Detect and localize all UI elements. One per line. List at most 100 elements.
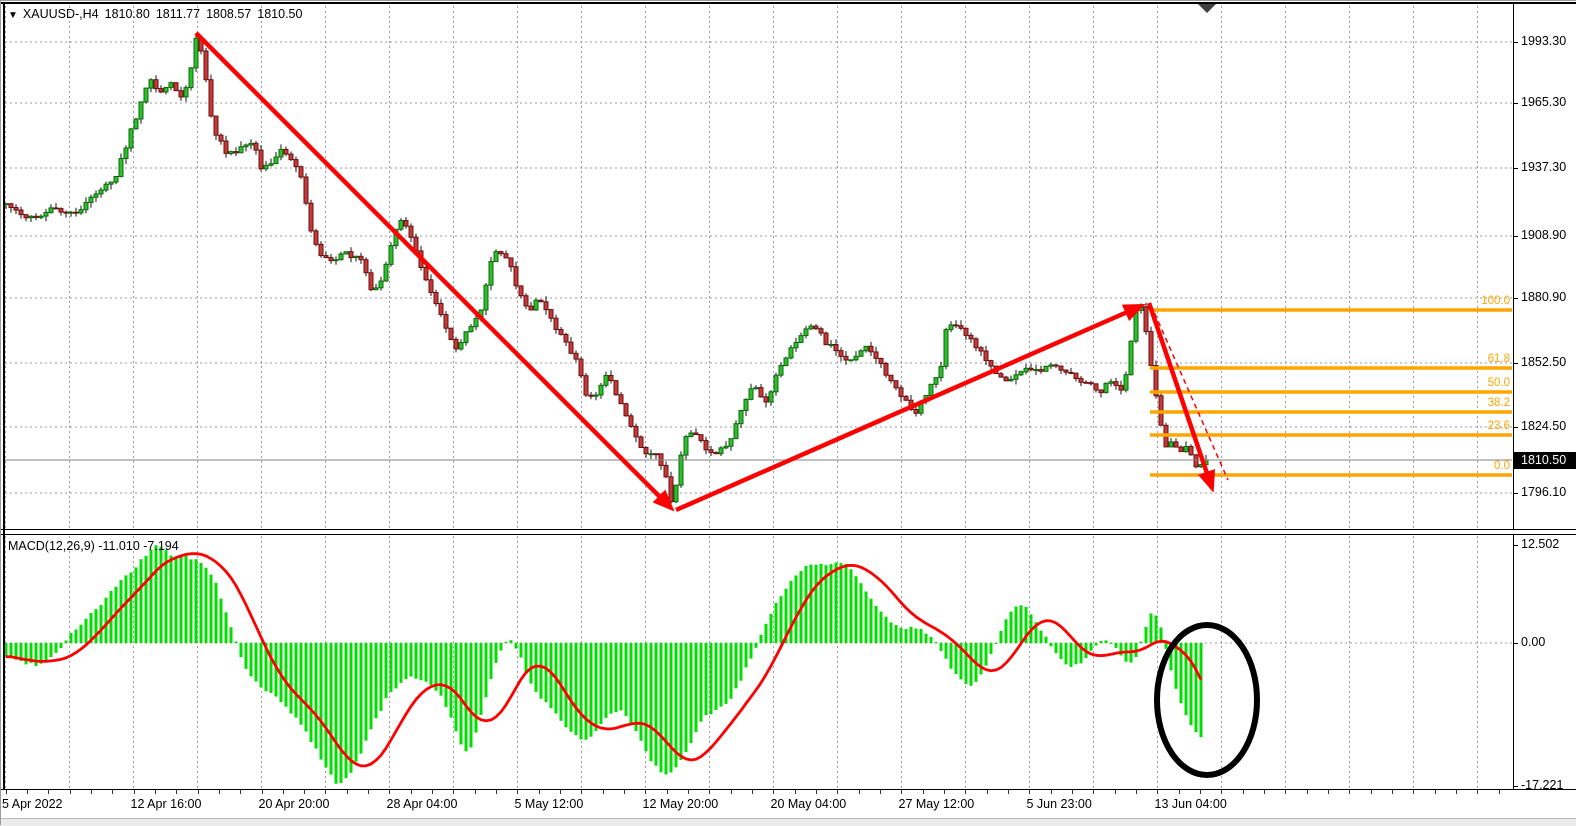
window-top-edge xyxy=(0,0,1576,1)
time-axis-tick xyxy=(1179,790,1180,794)
macd-axis-tick xyxy=(1513,545,1518,546)
time-axis-tick xyxy=(176,790,177,794)
price-tick-label: 1993.30 xyxy=(1521,34,1575,48)
time-axis-tick xyxy=(1243,790,1244,794)
window-left-edge xyxy=(0,0,1,825)
time-axis-tick xyxy=(1221,790,1222,794)
time-axis-label: 28 Apr 04:00 xyxy=(387,797,458,811)
time-axis-label: 12 May 20:00 xyxy=(643,797,719,811)
time-axis-tick xyxy=(134,790,135,794)
time-axis-tick xyxy=(667,790,668,794)
time-axis-tick xyxy=(219,790,220,794)
time-axis-tick xyxy=(262,790,263,794)
time-axis-tick xyxy=(240,790,241,794)
time-axis-tick xyxy=(1136,790,1137,794)
time-axis-tick xyxy=(688,790,689,794)
time-axis-tick xyxy=(1285,790,1286,794)
price-axis-tick xyxy=(1513,363,1518,364)
time-axis-tick xyxy=(432,790,433,794)
time-axis-tick xyxy=(1072,790,1073,794)
price-and-macd-chart-canvas[interactable] xyxy=(0,0,1513,790)
price-tick-label: 1824.50 xyxy=(1521,419,1575,433)
time-axis-tick xyxy=(1307,790,1308,794)
fib-level-label: 38.2 xyxy=(1488,397,1510,409)
time-axis-tick xyxy=(1392,790,1393,794)
time-axis-tick xyxy=(475,790,476,794)
fib-level-label: 61.8 xyxy=(1488,353,1510,365)
time-axis-tick xyxy=(1051,790,1052,794)
time-axis-label: 12 Apr 16:00 xyxy=(131,797,202,811)
time-axis-tick xyxy=(453,790,454,794)
time-axis-label: 5 Apr 2022 xyxy=(2,797,62,811)
time-axis-tick xyxy=(1371,790,1372,794)
price-axis-tick xyxy=(1513,493,1518,494)
price-tick-label: 1796.10 xyxy=(1521,485,1575,499)
time-axis-tick xyxy=(539,790,540,794)
time-axis-tick xyxy=(325,790,326,794)
price-axis-tick xyxy=(1513,103,1518,104)
time-axis-tick xyxy=(901,790,902,794)
time-axis-tick xyxy=(1349,790,1350,794)
time-axis-tick xyxy=(965,790,966,794)
time-axis-tick xyxy=(112,790,113,794)
time-axis-tick xyxy=(603,790,604,794)
time-axis-tick xyxy=(1029,790,1030,794)
time-axis-tick xyxy=(368,790,369,794)
time-axis-tick xyxy=(624,790,625,794)
time-axis-tick xyxy=(1264,790,1265,794)
time-axis-tick xyxy=(283,790,284,794)
chart-left-border xyxy=(3,2,5,789)
time-axis-label: 20 May 04:00 xyxy=(771,797,847,811)
time-axis-tick xyxy=(795,790,796,794)
time-axis-tick xyxy=(816,790,817,794)
time-axis-label: 20 Apr 20:00 xyxy=(259,797,330,811)
time-axis-tick xyxy=(923,790,924,794)
price-tick-label: 1880.90 xyxy=(1521,290,1575,304)
price-axis-tick xyxy=(1513,168,1518,169)
symbol-dropdown-icon[interactable]: ▼ xyxy=(8,10,18,21)
time-axis-tick xyxy=(645,790,646,794)
time-axis-tick xyxy=(1093,790,1094,794)
time-axis-tick xyxy=(389,790,390,794)
price-tick-label: 1852.50 xyxy=(1521,355,1575,369)
time-axis-tick xyxy=(1008,790,1009,794)
time-axis-tick xyxy=(859,790,860,794)
time-axis-tick xyxy=(880,790,881,794)
time-axis-tick xyxy=(731,790,732,794)
time-axis-tick xyxy=(837,790,838,794)
fib-level-label: 50.0 xyxy=(1488,377,1510,389)
time-axis-tick xyxy=(347,790,348,794)
price-axis-tick xyxy=(1513,236,1518,237)
price-axis[interactable] xyxy=(1513,0,1576,790)
ohlc-close: 1810.50 xyxy=(257,7,302,21)
panel-splitter[interactable] xyxy=(0,529,1576,535)
macd-indicator-label: MACD(12,26,9) -11.010 -7.194 xyxy=(8,539,179,553)
time-axis-tick xyxy=(411,790,412,794)
time-axis-tick xyxy=(1115,790,1116,794)
price-axis-tick xyxy=(1513,427,1518,428)
mt4-chart-window: ▼XAUUSD-,H41810.801811.771808.571810.50 … xyxy=(0,0,1576,825)
macd-tick-label: 12.502 xyxy=(1521,537,1575,551)
fib-level-label: 23.6 xyxy=(1488,420,1510,432)
time-axis-tick xyxy=(987,790,988,794)
fib-level-label: 100.0 xyxy=(1481,295,1510,307)
chart-top-border xyxy=(0,2,1576,4)
macd-tick-label: 0.00 xyxy=(1521,635,1575,649)
time-axis-tick xyxy=(517,790,518,794)
symbol-period-label: XAUUSD-,H4 xyxy=(23,7,99,21)
macd-axis-tick xyxy=(1513,643,1518,644)
ohlc-high: 1811.77 xyxy=(156,7,200,21)
price-axis-border xyxy=(1513,3,1514,790)
time-axis-tick xyxy=(27,790,28,794)
time-axis-label: 5 Jun 23:00 xyxy=(1027,797,1092,811)
time-axis-tick xyxy=(581,790,582,794)
current-price-badge: 1810.50 xyxy=(1514,452,1576,469)
price-axis-tick xyxy=(1513,298,1518,299)
time-axis-tick xyxy=(304,790,305,794)
fib-level-label: 0.0 xyxy=(1494,460,1510,472)
macd-axis-tick xyxy=(1513,786,1518,787)
time-axis-tick xyxy=(70,790,71,794)
price-tick-label: 1937.30 xyxy=(1521,160,1575,174)
time-axis-tick xyxy=(1499,790,1500,794)
time-axis-tick xyxy=(1413,790,1414,794)
